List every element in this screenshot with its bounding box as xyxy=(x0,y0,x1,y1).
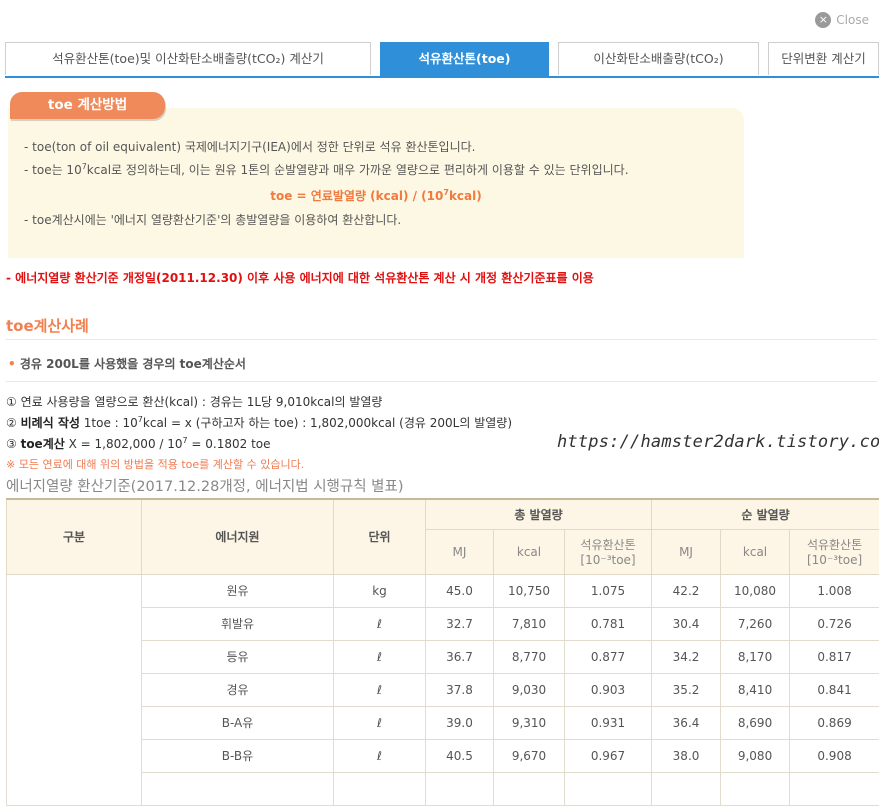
gross-kcal xyxy=(494,772,565,805)
energy-source: B-B유 xyxy=(142,739,334,772)
toe-method-ribbon: toe 계산방법 xyxy=(10,92,165,119)
energy-source xyxy=(142,772,334,805)
gross-kcal: 10,750 xyxy=(494,574,565,607)
header-gross-mj: MJ xyxy=(426,529,494,574)
unit: ℓ xyxy=(334,607,426,640)
net-toe: 0.841 xyxy=(790,673,879,706)
net-mj: 30.4 xyxy=(652,607,721,640)
net-toe: 1.008 xyxy=(790,574,879,607)
close-label: Close xyxy=(836,13,869,27)
net-toe: 0.817 xyxy=(790,640,879,673)
net-toe xyxy=(790,772,879,805)
unit: ℓ xyxy=(334,739,426,772)
header-gross-kcal: kcal xyxy=(494,529,565,574)
header-category: 구분 xyxy=(7,499,142,574)
net-kcal: 8,690 xyxy=(721,706,790,739)
net-mj: 42.2 xyxy=(652,574,721,607)
gross-mj: 32.7 xyxy=(426,607,494,640)
section-title: toe계산사례 xyxy=(6,315,89,336)
net-kcal: 7,260 xyxy=(721,607,790,640)
gross-mj: 39.0 xyxy=(426,706,494,739)
toe-formula: toe = 연료발열량 (kcal) / (107kcal) xyxy=(8,187,744,204)
header-net-toe: 석유환산톤[10⁻³toe] xyxy=(790,529,879,574)
header-energy-source: 에너지원 xyxy=(142,499,334,574)
gross-mj: 37.8 xyxy=(426,673,494,706)
info-line-kcal: - toe는 107kcal로 정의하는데, 이는 원유 1톤의 순발열량과 매… xyxy=(24,161,629,178)
toe-method-box xyxy=(8,108,744,258)
header-net-heat: 순 발열량 xyxy=(652,499,879,529)
energy-conversion-table: 구분 에너지원 단위 총 발열량 순 발열량 MJ kcal 석유환산톤[10⁻… xyxy=(6,498,879,806)
calculator-tabs: 석유환산톤(toe)및 이산화탄소배출량(tCO₂) 계산기 석유환산톤(toe… xyxy=(5,42,879,78)
net-kcal: 9,080 xyxy=(721,739,790,772)
step-3: ③ toe계산 X = 1,802,000 / 107 = 0.1802 toe xyxy=(6,435,271,452)
calculation-note: ※ 모든 연료에 대해 위의 방법을 적용 toe를 계산할 수 있습니다. xyxy=(6,456,304,472)
watermark-url: https://hamster2dark.tistory.com xyxy=(557,432,879,452)
gross-kcal: 9,670 xyxy=(494,739,565,772)
step-1: ① 연료 사용량을 열량으로 환산(kcal) : 경유는 1L당 9,010k… xyxy=(6,393,382,410)
header-gross-heat: 총 발열량 xyxy=(426,499,652,529)
net-mj xyxy=(652,772,721,805)
unit: ℓ xyxy=(334,706,426,739)
energy-source: 원유 xyxy=(142,574,334,607)
section-divider xyxy=(6,339,877,340)
header-gross-toe: 석유환산톤[10⁻³toe] xyxy=(565,529,652,574)
header-net-mj: MJ xyxy=(652,529,721,574)
gross-toe: 0.781 xyxy=(565,607,652,640)
gross-toe: 0.877 xyxy=(565,640,652,673)
gross-kcal: 8,770 xyxy=(494,640,565,673)
table-row: 원유 kg 45.0 10,750 1.075 42.2 10,080 1.00… xyxy=(7,574,879,607)
tab-co2-emission[interactable]: 이산화탄소배출량(tCO₂) xyxy=(558,42,759,75)
tab-unit-converter[interactable]: 단위변환 계산기 xyxy=(768,42,879,75)
unit xyxy=(334,772,426,805)
table-title: 에너지열량 환산기준(2017.12.28개정, 에너지법 시행규칙 별표) xyxy=(6,475,404,496)
net-toe: 0.726 xyxy=(790,607,879,640)
step-2: ② 비례식 작성 1toe : 107kcal = x (구하고자 하는 toe… xyxy=(6,414,512,431)
unit: kg xyxy=(334,574,426,607)
case-divider xyxy=(6,381,877,382)
net-mj: 36.4 xyxy=(652,706,721,739)
net-mj: 35.2 xyxy=(652,673,721,706)
gross-toe: 0.967 xyxy=(565,739,652,772)
gross-kcal: 7,810 xyxy=(494,607,565,640)
energy-source: 등유 xyxy=(142,640,334,673)
close-icon: × xyxy=(815,12,831,28)
net-kcal: 10,080 xyxy=(721,574,790,607)
tab-toe[interactable]: 석유환산톤(toe) xyxy=(380,42,549,76)
gross-mj: 45.0 xyxy=(426,574,494,607)
net-mj: 38.0 xyxy=(652,739,721,772)
revision-notice: - 에너지열량 환산기준 개정일(2011.12.30) 이후 사용 에너지에 … xyxy=(6,269,594,286)
gross-mj xyxy=(426,772,494,805)
gross-toe xyxy=(565,772,652,805)
case-title: • 경유 200L를 사용했을 경우의 toe계산순서 xyxy=(8,355,246,372)
net-kcal xyxy=(721,772,790,805)
bullet-icon: • xyxy=(8,357,16,371)
category-cell xyxy=(7,574,142,805)
energy-source: 휘발유 xyxy=(142,607,334,640)
gross-toe: 0.931 xyxy=(565,706,652,739)
gross-mj: 36.7 xyxy=(426,640,494,673)
gross-kcal: 9,310 xyxy=(494,706,565,739)
net-toe: 0.908 xyxy=(790,739,879,772)
header-net-kcal: kcal xyxy=(721,529,790,574)
unit: ℓ xyxy=(334,640,426,673)
gross-toe: 0.903 xyxy=(565,673,652,706)
header-unit: 단위 xyxy=(334,499,426,574)
info-line-gross-heat: - toe계산시에는 '에너지 열량환산기준'의 총발열량을 이용하여 환산합니… xyxy=(24,211,401,228)
gross-kcal: 9,030 xyxy=(494,673,565,706)
tab-toe-and-co2-calculator[interactable]: 석유환산톤(toe)및 이산화탄소배출량(tCO₂) 계산기 xyxy=(5,42,371,75)
net-toe: 0.869 xyxy=(790,706,879,739)
gross-toe: 1.075 xyxy=(565,574,652,607)
gross-mj: 40.5 xyxy=(426,739,494,772)
unit: ℓ xyxy=(334,673,426,706)
close-button[interactable]: × Close xyxy=(815,12,869,28)
energy-source: B-A유 xyxy=(142,706,334,739)
net-kcal: 8,410 xyxy=(721,673,790,706)
info-line-definition: - toe(ton of oil equivalent) 국제에너지기구(IEA… xyxy=(24,138,476,155)
energy-source: 경유 xyxy=(142,673,334,706)
net-mj: 34.2 xyxy=(652,640,721,673)
net-kcal: 8,170 xyxy=(721,640,790,673)
